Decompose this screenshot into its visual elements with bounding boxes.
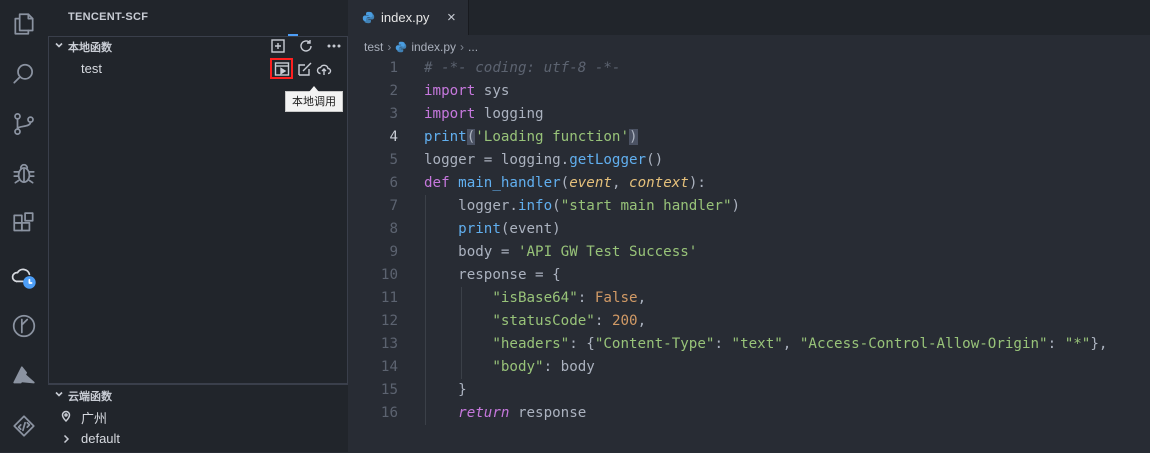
git-branch-circle-icon[interactable] <box>9 311 39 341</box>
line-number: 15 <box>380 382 398 398</box>
code-line: 8 print(event) <box>348 218 1150 241</box>
line-number: 6 <box>389 175 398 191</box>
cloud-functions-header[interactable]: 云端函数 <box>48 385 348 405</box>
activity-bar <box>0 0 48 452</box>
edit-config-icon[interactable] <box>297 61 313 77</box>
remote-icon[interactable] <box>9 411 39 441</box>
code-line: 15 } <box>348 379 1150 402</box>
sidebar-title: TENCENT-SCF <box>68 11 149 23</box>
code-line: 6 def main_handler(event, context): <box>348 172 1150 195</box>
line-number: 11 <box>380 290 398 306</box>
code-line: 14 "body": body <box>348 356 1150 379</box>
code-line: 3 import logging <box>348 103 1150 126</box>
tab-bar: index.py × <box>348 0 1150 35</box>
source-control-icon[interactable] <box>9 109 39 139</box>
extensions-icon[interactable] <box>9 209 39 239</box>
breadcrumb: test › index.py › ... <box>364 38 478 56</box>
local-functions-label: 本地函数 <box>68 42 112 54</box>
code-line: 10 response = { <box>348 264 1150 287</box>
debug-icon[interactable] <box>9 159 39 189</box>
refresh-icon[interactable] <box>298 38 314 54</box>
function-row-test[interactable]: test <box>48 58 348 80</box>
chevron-down-icon <box>54 40 64 50</box>
line-number: 12 <box>380 313 398 329</box>
azure-icon[interactable] <box>9 361 39 391</box>
local-functions-header[interactable]: 本地函数 <box>48 36 348 56</box>
code-line: 9 body = 'API GW Test Success' <box>348 241 1150 264</box>
code-line: 2 import sys <box>348 80 1150 103</box>
close-icon[interactable]: × <box>447 9 456 26</box>
line-number: 4 <box>389 129 398 145</box>
region-row[interactable]: 广州 <box>48 405 348 427</box>
region-label: 广州 <box>81 411 108 426</box>
line-number: 9 <box>389 244 398 260</box>
local-invoke-icon[interactable] <box>274 61 290 77</box>
namespace-row[interactable]: default <box>48 428 348 450</box>
code-line: 13 "headers": {"Content-Type": "text", "… <box>348 333 1150 356</box>
search-icon[interactable] <box>9 59 39 89</box>
code-line: 12 "statusCode": 200, <box>348 310 1150 333</box>
function-name: test <box>81 61 102 76</box>
chevron-right-icon: › <box>460 40 465 54</box>
namespace-label: default <box>81 431 121 446</box>
files-icon[interactable] <box>9 9 39 39</box>
line-number: 14 <box>380 359 398 375</box>
code-line: 4 print('Loading function') <box>348 126 1150 149</box>
breadcrumb-file[interactable]: index.py <box>411 40 456 54</box>
local-invoke-tooltip: 本地调用 <box>285 86 343 112</box>
line-number: 3 <box>389 106 398 122</box>
breadcrumb-folder[interactable]: test <box>364 40 383 54</box>
more-actions-icon[interactable] <box>326 38 342 54</box>
line-number: 13 <box>380 336 398 352</box>
code-line: 1 # -*- coding: utf-8 -*- <box>348 57 1150 80</box>
chevron-right-icon <box>60 433 72 445</box>
tab-label: index.py <box>381 10 430 25</box>
python-file-icon <box>362 11 375 24</box>
sidebar: TENCENT-SCF 本地函数 test 本地调用 云端函数 广州 defau… <box>48 0 348 452</box>
tencent-cloud-icon[interactable] <box>9 262 39 292</box>
chevron-right-icon: › <box>387 40 392 54</box>
line-number: 2 <box>389 83 398 99</box>
python-file-icon <box>396 41 407 53</box>
location-pin-icon <box>60 410 72 423</box>
code-line: 11 "isBase64": False, <box>348 287 1150 310</box>
code-line: 7 logger.info("start main handler") <box>348 195 1150 218</box>
line-number: 8 <box>389 221 398 237</box>
line-number: 7 <box>389 198 398 214</box>
local-functions-section <box>48 36 348 384</box>
chevron-down-icon <box>54 389 64 399</box>
cloud-upload-icon[interactable] <box>316 61 332 77</box>
code-line: 5 logger = logging.getLogger() <box>348 149 1150 172</box>
line-number: 1 <box>389 60 398 76</box>
line-number: 10 <box>380 267 398 283</box>
breadcrumb-more[interactable]: ... <box>468 40 478 54</box>
code-line: 16 return response <box>348 402 1150 425</box>
editor: index.py × test › index.py › ... 1 # -*- … <box>348 0 1150 452</box>
cloud-functions-label: 云端函数 <box>68 391 112 403</box>
line-number: 16 <box>380 405 398 421</box>
tab-index-py[interactable]: index.py × <box>348 0 469 35</box>
new-function-icon[interactable] <box>270 38 286 54</box>
line-number: 5 <box>389 152 398 168</box>
